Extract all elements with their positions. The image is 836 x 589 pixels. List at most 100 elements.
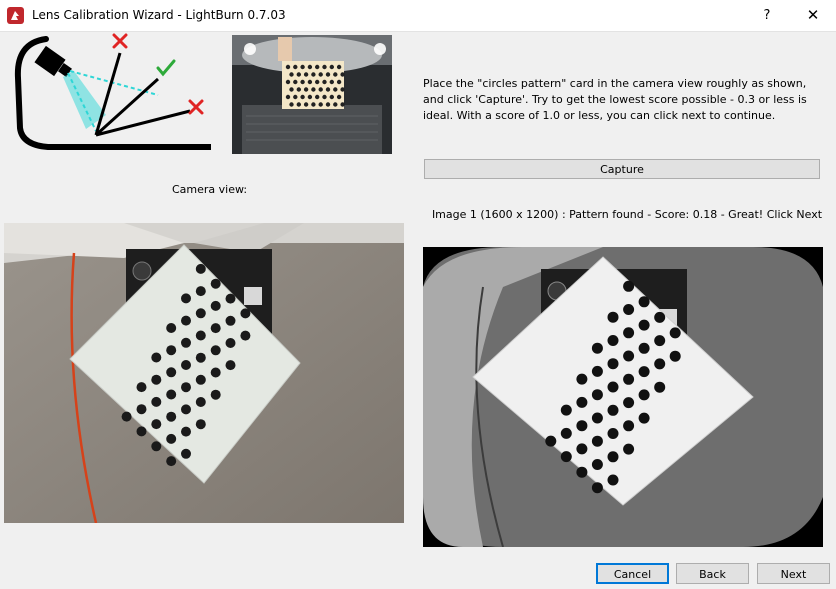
pattern-dot: [166, 433, 177, 444]
pattern-dot: [181, 315, 191, 326]
pattern-dot: [591, 459, 603, 470]
example-dot: [333, 102, 338, 107]
pattern-dot: [136, 404, 147, 415]
example-pattern-photo: [232, 35, 392, 154]
pattern-dot: [181, 448, 191, 459]
example-dot: [293, 79, 298, 85]
example-dot: [300, 94, 305, 100]
processed-camera-view: [423, 247, 823, 547]
pattern-dot: [225, 338, 236, 348]
example-dot: [315, 64, 320, 70]
pattern-dot: [560, 404, 572, 416]
example-dot: [318, 87, 323, 92]
example-dot: [340, 72, 345, 77]
pattern-dot: [654, 381, 666, 393]
example-dot: [303, 102, 309, 107]
close-button[interactable]: ✕: [790, 0, 836, 31]
pattern-dot: [638, 366, 650, 378]
pattern-dot: [151, 441, 162, 452]
pattern-dot: [623, 420, 635, 432]
pattern-dot: [669, 350, 681, 362]
pattern-dot: [181, 293, 191, 304]
pattern-dot: [638, 389, 650, 401]
title-bar: Lens Calibration Wizard - LightBurn 0.7.…: [0, 0, 836, 32]
example-dot: [285, 94, 291, 100]
pattern-dot: [240, 330, 251, 341]
example-dot: [329, 79, 334, 85]
example-dot: [311, 102, 316, 107]
camera-angle-illustration: [14, 33, 211, 150]
window-title: Lens Calibration Wizard - LightBurn 0.7.…: [32, 8, 286, 22]
pattern-dot: [195, 374, 206, 385]
pattern-dot: [136, 382, 147, 393]
bad-angle-x-icon: [112, 33, 128, 49]
example-dot: [325, 87, 331, 92]
example-dot: [300, 64, 305, 70]
pattern-dot: [225, 293, 236, 304]
pattern-dot: [560, 451, 572, 463]
example-dot: [285, 64, 291, 70]
camera-view-label: Camera view:: [172, 183, 248, 196]
example-dot: [311, 87, 316, 92]
example-dot: [307, 94, 313, 100]
next-button[interactable]: Next: [757, 563, 830, 584]
example-dot: [315, 94, 320, 100]
example-dot: [303, 72, 309, 77]
capture-button[interactable]: Capture: [424, 159, 820, 179]
example-dot: [318, 72, 323, 77]
calibration-status: Image 1 (1600 x 1200) : Pattern found - …: [431, 208, 823, 221]
example-dot: [307, 79, 313, 85]
cancel-button[interactable]: Cancel: [596, 563, 669, 584]
example-dot: [336, 79, 342, 85]
pattern-dot: [607, 335, 619, 346]
pattern-dot: [623, 373, 635, 385]
good-angle-check-icon: [156, 59, 176, 77]
pattern-dot: [623, 327, 635, 339]
pattern-dot: [151, 396, 162, 407]
pattern-dot: [638, 412, 650, 424]
pattern-dot: [669, 327, 681, 339]
lightburn-logo-icon: [7, 7, 24, 24]
pattern-dot: [545, 435, 557, 447]
example-dot: [311, 72, 316, 77]
pattern-dot: [654, 311, 666, 323]
example-dot: [296, 72, 301, 77]
pattern-dot: [210, 367, 221, 378]
example-dot: [307, 64, 313, 70]
example-dot: [322, 94, 327, 100]
example-dot: [289, 87, 294, 92]
pattern-dot: [607, 381, 619, 393]
pattern-dot: [166, 389, 177, 400]
pattern-dot: [225, 360, 236, 371]
pattern-dot: [576, 443, 588, 455]
example-dot: [296, 102, 301, 107]
pattern-dot: [591, 435, 603, 447]
pattern-dot: [607, 428, 619, 439]
example-dot: [322, 64, 327, 70]
pattern-dot: [166, 323, 177, 333]
pattern-dot: [623, 397, 635, 409]
pattern-dot: [654, 335, 666, 347]
pattern-dot: [576, 466, 588, 478]
pattern-dot: [195, 397, 206, 407]
example-dot: [340, 87, 345, 92]
pattern-dot: [210, 345, 221, 356]
pattern-dot: [166, 367, 177, 378]
pattern-dot: [591, 342, 603, 354]
pattern-dot: [638, 296, 650, 308]
help-button[interactable]: ?: [744, 0, 790, 31]
pattern-dot: [225, 315, 236, 326]
example-dot: [285, 79, 291, 85]
example-dot: [336, 64, 342, 70]
pattern-dot: [210, 278, 221, 289]
example-dot: [296, 87, 301, 92]
pattern-dot: [623, 280, 635, 292]
example-dot: [325, 72, 331, 77]
pattern-dot: [623, 304, 635, 315]
back-button[interactable]: Back: [676, 563, 749, 584]
pattern-dot: [136, 426, 147, 437]
example-dot: [336, 94, 342, 100]
pattern-dot: [121, 411, 132, 422]
example-dot: [340, 102, 345, 107]
example-dot: [300, 79, 305, 85]
